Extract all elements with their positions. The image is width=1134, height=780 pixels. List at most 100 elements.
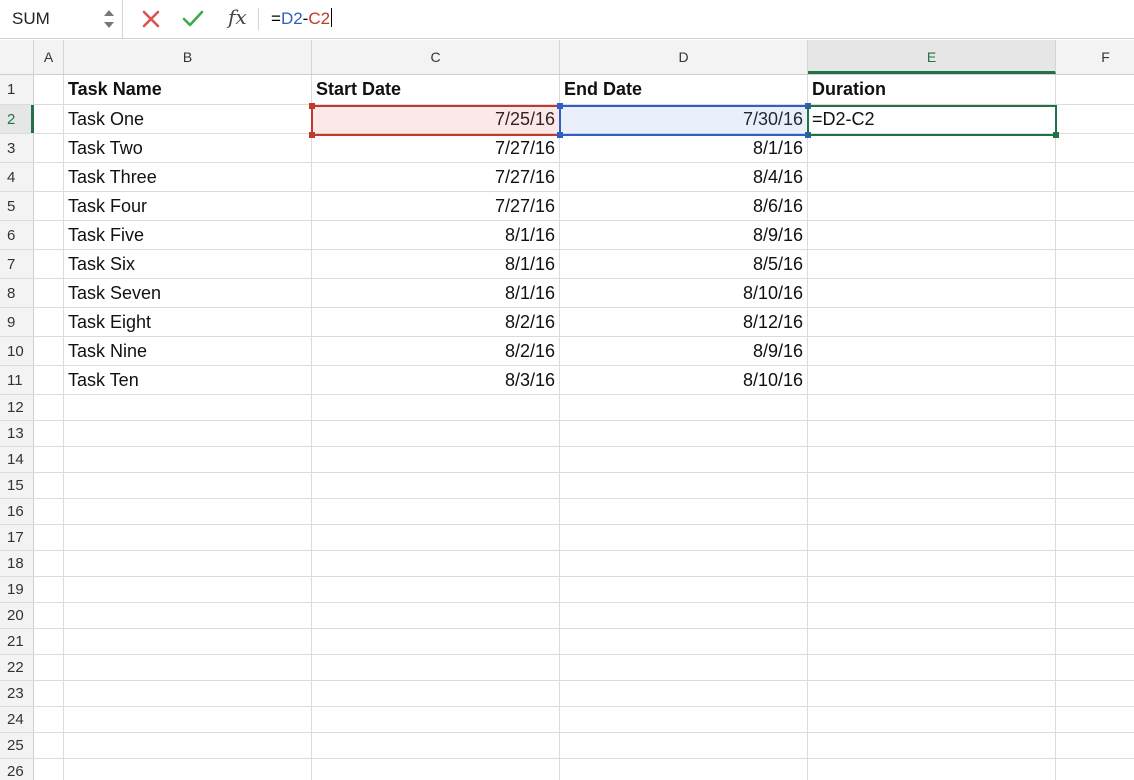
cell-end-date-header[interactable]: End Date bbox=[560, 75, 808, 104]
cell-start-date[interactable] bbox=[312, 681, 560, 706]
row-header[interactable]: 6 bbox=[0, 221, 34, 249]
cell-task-name[interactable] bbox=[64, 473, 312, 498]
cell-task-name[interactable] bbox=[64, 681, 312, 706]
cell-f[interactable] bbox=[1056, 221, 1134, 249]
cell-task-name[interactable] bbox=[64, 759, 312, 780]
cell-start-date[interactable]: 8/1/16 bbox=[312, 250, 560, 278]
row-header[interactable]: 14 bbox=[0, 447, 34, 472]
cell-end-date[interactable] bbox=[560, 603, 808, 628]
cell-a[interactable] bbox=[34, 629, 64, 654]
cell-end-date[interactable]: 8/12/16 bbox=[560, 308, 808, 336]
cell-end-date[interactable] bbox=[560, 655, 808, 680]
cell-start-date[interactable]: 8/1/16 bbox=[312, 221, 560, 249]
cell-end-date[interactable]: 7/30/16 bbox=[560, 105, 808, 133]
cell-end-date[interactable] bbox=[560, 525, 808, 550]
cell-task-name[interactable] bbox=[64, 655, 312, 680]
cell-start-date-header[interactable]: Start Date bbox=[312, 75, 560, 104]
cell-end-date[interactable] bbox=[560, 447, 808, 472]
column-header-e[interactable]: E bbox=[808, 40, 1056, 74]
cell-start-date[interactable]: 7/27/16 bbox=[312, 134, 560, 162]
column-header-c[interactable]: C bbox=[312, 40, 560, 74]
row-header[interactable]: 15 bbox=[0, 473, 34, 498]
column-header-a[interactable]: A bbox=[34, 40, 64, 74]
cell-task-name[interactable]: Task Nine bbox=[64, 337, 312, 365]
cell-start-date[interactable] bbox=[312, 395, 560, 420]
row-header[interactable]: 11 bbox=[0, 366, 34, 394]
cell-duration[interactable] bbox=[808, 250, 1056, 278]
cell-duration[interactable]: =D2-C2 bbox=[808, 105, 1056, 133]
cell-a[interactable] bbox=[34, 279, 64, 307]
cell-duration[interactable] bbox=[808, 759, 1056, 780]
cell-a[interactable] bbox=[34, 551, 64, 576]
cell-start-date[interactable] bbox=[312, 551, 560, 576]
name-box[interactable]: SUM bbox=[0, 0, 123, 38]
cell-a[interactable] bbox=[34, 395, 64, 420]
row-header[interactable]: 21 bbox=[0, 629, 34, 654]
cell-duration[interactable] bbox=[808, 629, 1056, 654]
cell-task-name[interactable]: Task Six bbox=[64, 250, 312, 278]
cell-f[interactable] bbox=[1056, 525, 1134, 550]
cell-f[interactable] bbox=[1056, 366, 1134, 394]
cancel-button[interactable] bbox=[138, 6, 164, 32]
cell-f[interactable] bbox=[1056, 421, 1134, 446]
select-all-corner[interactable] bbox=[0, 40, 34, 74]
cell-task-name[interactable] bbox=[64, 551, 312, 576]
cell-task-name[interactable] bbox=[64, 421, 312, 446]
cell-duration[interactable] bbox=[808, 577, 1056, 602]
row-header[interactable]: 2 bbox=[0, 105, 34, 133]
cell-start-date[interactable] bbox=[312, 733, 560, 758]
cell-start-date[interactable] bbox=[312, 707, 560, 732]
cell-task-name[interactable] bbox=[64, 733, 312, 758]
cell-start-date[interactable] bbox=[312, 629, 560, 654]
cell-end-date[interactable] bbox=[560, 629, 808, 654]
cell-f[interactable] bbox=[1056, 733, 1134, 758]
cell-duration[interactable] bbox=[808, 308, 1056, 336]
cell-duration[interactable] bbox=[808, 163, 1056, 191]
cell-f[interactable] bbox=[1056, 551, 1134, 576]
cell-start-date[interactable] bbox=[312, 421, 560, 446]
cell-a[interactable] bbox=[34, 192, 64, 220]
cell-f[interactable] bbox=[1056, 163, 1134, 191]
cell-f[interactable] bbox=[1056, 499, 1134, 524]
cell-end-date[interactable]: 8/4/16 bbox=[560, 163, 808, 191]
cell-f[interactable] bbox=[1056, 279, 1134, 307]
cell-f1[interactable] bbox=[1056, 75, 1134, 104]
cell-f[interactable] bbox=[1056, 447, 1134, 472]
row-header[interactable]: 3 bbox=[0, 134, 34, 162]
cell-duration[interactable] bbox=[808, 395, 1056, 420]
row-header[interactable]: 25 bbox=[0, 733, 34, 758]
column-header-b[interactable]: B bbox=[64, 40, 312, 74]
row-header[interactable]: 12 bbox=[0, 395, 34, 420]
cell-end-date[interactable] bbox=[560, 681, 808, 706]
cell-a[interactable] bbox=[34, 337, 64, 365]
cell-a[interactable] bbox=[34, 473, 64, 498]
formula-input[interactable]: =D2-C2 bbox=[271, 8, 333, 29]
cell-start-date[interactable]: 7/27/16 bbox=[312, 163, 560, 191]
cell-f[interactable] bbox=[1056, 308, 1134, 336]
cell-end-date[interactable]: 8/10/16 bbox=[560, 366, 808, 394]
cell-f[interactable] bbox=[1056, 473, 1134, 498]
cell-start-date[interactable] bbox=[312, 447, 560, 472]
cell-duration[interactable] bbox=[808, 655, 1056, 680]
cell-start-date[interactable] bbox=[312, 473, 560, 498]
cell-f[interactable] bbox=[1056, 759, 1134, 780]
cell-duration[interactable] bbox=[808, 421, 1056, 446]
cell-task-name[interactable]: Task Seven bbox=[64, 279, 312, 307]
cell-end-date[interactable]: 8/9/16 bbox=[560, 221, 808, 249]
cell-start-date[interactable] bbox=[312, 603, 560, 628]
cell-duration[interactable] bbox=[808, 499, 1056, 524]
row-header[interactable]: 24 bbox=[0, 707, 34, 732]
cell-a[interactable] bbox=[34, 105, 64, 133]
cell-start-date[interactable]: 8/3/16 bbox=[312, 366, 560, 394]
row-header[interactable]: 10 bbox=[0, 337, 34, 365]
row-header[interactable]: 7 bbox=[0, 250, 34, 278]
cell-a[interactable] bbox=[34, 366, 64, 394]
cell-duration[interactable] bbox=[808, 279, 1056, 307]
cell-f[interactable] bbox=[1056, 629, 1134, 654]
cell-a[interactable] bbox=[34, 250, 64, 278]
cell-end-date[interactable]: 8/9/16 bbox=[560, 337, 808, 365]
cell-end-date[interactable] bbox=[560, 473, 808, 498]
cell-a[interactable] bbox=[34, 681, 64, 706]
row-header[interactable]: 23 bbox=[0, 681, 34, 706]
row-header[interactable]: 4 bbox=[0, 163, 34, 191]
